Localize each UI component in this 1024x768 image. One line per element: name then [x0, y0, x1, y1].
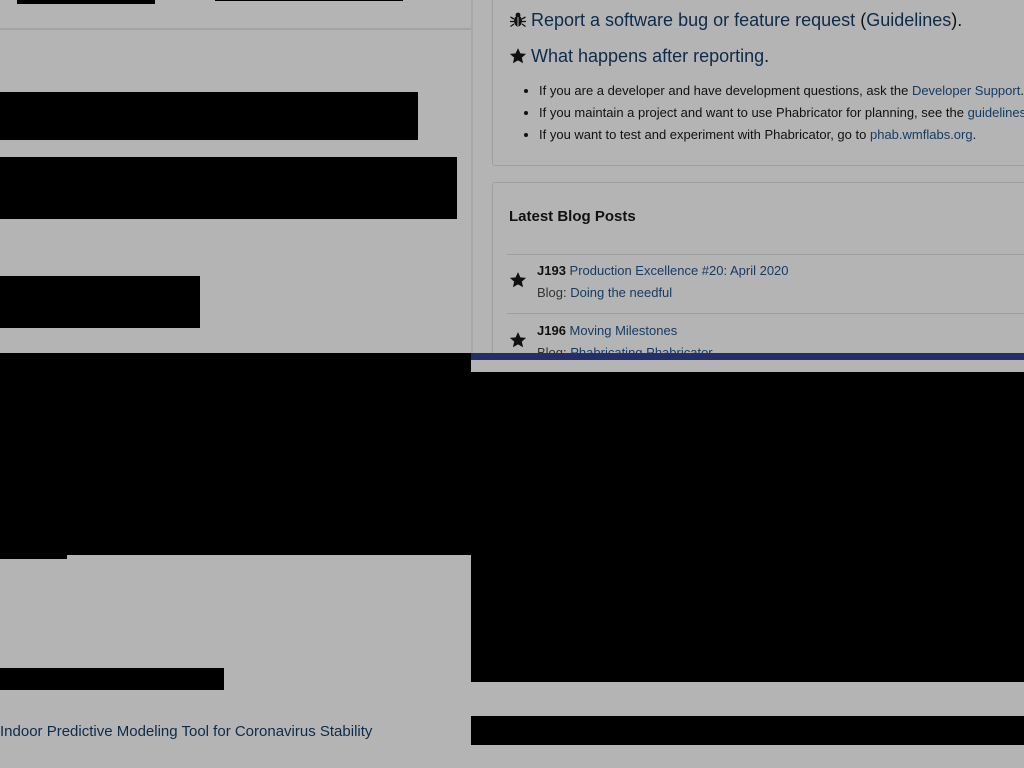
redacted-block-5	[0, 668, 224, 690]
blog-post-id: J196	[537, 323, 566, 338]
after-reporting-row: What happens after reporting.	[509, 44, 769, 68]
blog-post-id: J193	[537, 263, 566, 278]
blog-panel-title: Latest Blog Posts	[509, 208, 636, 225]
list-item: If you are a developer and have developm…	[539, 80, 1024, 102]
redacted-block-4-tail	[0, 555, 67, 559]
after-reporting-suffix: .	[764, 46, 770, 66]
redacted-block-3	[0, 276, 200, 328]
page: Report a software bug or feature request…	[0, 0, 1024, 768]
help-text: If you maintain a project and want to us…	[539, 105, 964, 120]
redacted-block-4	[0, 353, 471, 555]
guidelines-link[interactable]: Guidelines	[866, 10, 951, 30]
redacted-block-2	[0, 157, 457, 219]
paren-close: ).	[951, 10, 963, 30]
help-suffix: .	[1020, 83, 1024, 98]
blog-divider	[507, 254, 1024, 255]
redacted-block-1	[0, 92, 418, 140]
redacted-block-7	[471, 716, 1024, 745]
star-icon	[509, 47, 527, 65]
help-suffix: .	[972, 127, 977, 142]
redacted-block-tab-1	[17, 0, 155, 4]
phab-wmflabs-link[interactable]: phab.wmflabs.org	[870, 127, 973, 142]
help-list: If you are a developer and have developm…	[509, 80, 1024, 146]
redacted-block-6	[471, 372, 1024, 682]
redacted-block-tab-2	[215, 0, 403, 1]
report-bug-link[interactable]: Report a software bug or feature request	[531, 10, 855, 30]
star-icon	[509, 271, 527, 289]
guidelines-planning-link[interactable]: guidelines	[968, 105, 1024, 120]
blog-post-title-link[interactable]: Moving Milestones	[570, 323, 678, 338]
help-text: If you are a developer and have developm…	[539, 83, 909, 98]
list-item: If you want to test and experiment with …	[539, 124, 1024, 146]
column-divider	[471, 0, 473, 353]
strip	[471, 360, 1024, 372]
report-bug-row: Report a software bug or feature request…	[509, 8, 962, 32]
after-reporting-link[interactable]: What happens after reporting	[531, 46, 764, 66]
star-icon	[509, 331, 527, 349]
blog-name-link[interactable]: Doing the needful	[570, 285, 672, 300]
list-item: If you maintain a project and want to us…	[539, 102, 1024, 124]
blog-post-title-link[interactable]: Production Excellence #20: April 2020	[570, 263, 789, 278]
blog-meta-label: Blog:	[537, 285, 567, 300]
help-text: If you want to test and experiment with …	[539, 127, 867, 142]
blog-divider	[507, 313, 1024, 314]
accent-bar	[471, 353, 1024, 360]
bug-icon	[509, 11, 527, 29]
developer-support-link[interactable]: Developer Support	[912, 83, 1020, 98]
top-divider	[0, 28, 471, 30]
news-article-link[interactable]: Indoor Predictive Modeling Tool for Coro…	[0, 722, 372, 742]
